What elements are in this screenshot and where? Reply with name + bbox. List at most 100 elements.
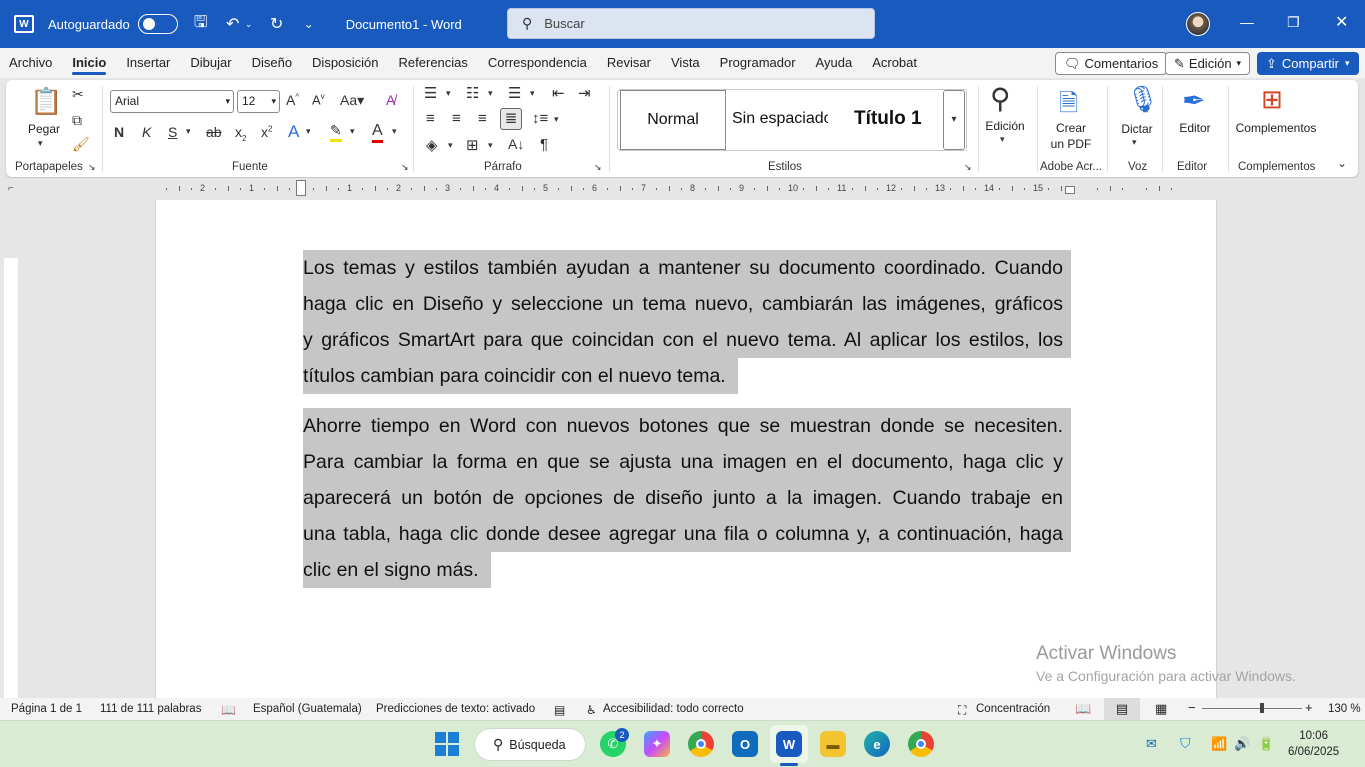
focus-mode[interactable]: Concentración: [976, 703, 1050, 715]
copy-icon[interactable]: ⧉: [72, 112, 82, 129]
customize-toolbar-icon[interactable]: ⌄: [300, 17, 318, 31]
bullets-dropdown-icon[interactable]: ▾: [446, 88, 451, 99]
paragraph-2[interactable]: Ahorre tiempo en Word con nuevos botones…: [303, 408, 1071, 588]
align-right-icon[interactable]: ≡: [478, 110, 487, 127]
restore-icon[interactable]: ❐: [1287, 14, 1300, 31]
multilevel-dropdown-icon[interactable]: ▾: [530, 88, 535, 99]
editing-label[interactable]: Edición: [978, 118, 1032, 134]
create-pdf-label-1[interactable]: Crear: [1044, 120, 1098, 136]
share-button[interactable]: ⇪ Compartir ▾: [1257, 52, 1359, 75]
superscript-icon[interactable]: x2: [261, 124, 272, 140]
numbering-icon[interactable]: ☷: [466, 84, 479, 102]
shrink-font-icon[interactable]: Av: [312, 92, 325, 107]
font-size-select[interactable]: 12 ▾: [237, 90, 280, 113]
paste-dropdown-icon[interactable]: ▾: [38, 138, 43, 149]
strikethrough-icon[interactable]: ab: [206, 124, 222, 140]
file-explorer-icon[interactable]: ▬: [820, 731, 846, 757]
clock[interactable]: 10:06 6/06/2025: [1288, 728, 1339, 760]
addins-label[interactable]: Complementos: [1230, 120, 1322, 136]
text-line[interactable]: Para cambiar la forma en que se ajusta u…: [303, 444, 1071, 480]
dictate-dropdown-icon[interactable]: ▾: [1132, 137, 1137, 148]
decrease-indent-icon[interactable]: ⇤: [552, 84, 565, 102]
line-spacing-icon[interactable]: ↕≡: [532, 110, 548, 127]
tab-dibujar[interactable]: Dibujar: [190, 48, 231, 78]
align-left-icon[interactable]: ≡: [426, 110, 435, 127]
tab-revisar[interactable]: Revisar: [607, 48, 651, 78]
find-icon[interactable]: ⚲: [990, 82, 1011, 115]
zoom-level[interactable]: 130 %: [1328, 703, 1361, 715]
styles-launcher-icon[interactable]: ↘: [964, 162, 972, 173]
web-layout-icon[interactable]: ▦: [1155, 701, 1167, 717]
paragraph-1[interactable]: Los temas y estilos también ayudan a man…: [303, 250, 1071, 394]
editing-mode-button[interactable]: ✎ Edición ▾: [1165, 52, 1251, 75]
dictate-label[interactable]: Dictar: [1114, 121, 1160, 137]
chrome-profile-icon[interactable]: [908, 731, 934, 757]
tab-inicio[interactable]: Inicio: [72, 48, 106, 78]
clipboard-launcher-icon[interactable]: ↘: [88, 162, 96, 173]
create-pdf-label-2[interactable]: un PDF: [1044, 136, 1098, 152]
zoom-out-icon[interactable]: −: [1188, 700, 1196, 715]
undo-dropdown-icon[interactable]: ⌄: [244, 19, 254, 30]
microphone-icon[interactable]: 🎙: [1126, 84, 1159, 115]
comments-button[interactable]: 🗨 Comentarios: [1055, 52, 1168, 75]
show-marks-icon[interactable]: ¶: [540, 136, 548, 153]
tab-diseno[interactable]: Diseño: [252, 48, 292, 78]
editing-dropdown-icon[interactable]: ▾: [1000, 134, 1005, 145]
styles-more-icon[interactable]: ▾: [943, 90, 965, 150]
zoom-slider[interactable]: [1202, 703, 1302, 713]
style-no-spacing[interactable]: Sin espaciado: [732, 90, 828, 150]
borders-dropdown-icon[interactable]: ▾: [488, 140, 493, 151]
paragraph-launcher-icon[interactable]: ↘: [594, 162, 602, 173]
font-family-select[interactable]: Arial ▾: [110, 90, 234, 113]
text-line[interactable]: una tabla, haga clic donde desee agregar…: [303, 516, 1071, 552]
word-icon[interactable]: W: [776, 731, 802, 757]
addins-icon[interactable]: ⊞: [1261, 84, 1283, 115]
battery-icon[interactable]: 🔋: [1258, 736, 1274, 752]
autosave-toggle[interactable]: [137, 14, 178, 34]
grow-font-icon[interactable]: A^: [286, 92, 299, 108]
user-avatar[interactable]: [1186, 12, 1210, 36]
taskbar-search[interactable]: ⚲ Búsqueda: [474, 728, 586, 761]
chrome-icon[interactable]: [688, 731, 714, 757]
proofing-icon[interactable]: 📖: [221, 703, 236, 717]
right-indent-marker[interactable]: [1065, 186, 1076, 194]
highlight-dropdown-icon[interactable]: ▾: [350, 126, 355, 137]
highlight-icon[interactable]: ✎: [330, 122, 342, 142]
undo-icon[interactable]: ↶: [224, 14, 242, 34]
editor-pen-icon[interactable]: ✒: [1182, 84, 1205, 117]
text-effects-dropdown-icon[interactable]: ▾: [306, 126, 311, 137]
edge-icon[interactable]: e: [864, 731, 890, 757]
italic-icon[interactable]: K: [142, 124, 151, 140]
print-layout-icon[interactable]: ▤: [1104, 698, 1140, 720]
justify-icon[interactable]: ≣: [500, 108, 522, 130]
cut-icon[interactable]: ✂: [72, 86, 84, 103]
clear-formatting-icon[interactable]: A̸: [386, 92, 395, 108]
multilevel-list-icon[interactable]: ☰: [508, 84, 521, 102]
accessibility-status[interactable]: Accesibilidad: todo correcto: [603, 703, 744, 715]
tab-acrobat[interactable]: Acrobat: [872, 48, 917, 78]
collapse-ribbon-icon[interactable]: ⌄: [1337, 156, 1347, 170]
bullets-icon[interactable]: ☰: [424, 84, 437, 102]
volume-icon[interactable]: 🔊: [1234, 736, 1250, 752]
search-box[interactable]: ⚲ Buscar: [507, 8, 875, 39]
text-line[interactable]: haga clic en Diseño y seleccione un tema…: [303, 286, 1071, 322]
start-button[interactable]: [434, 731, 460, 757]
tab-programador[interactable]: Programador: [720, 48, 796, 78]
align-center-icon[interactable]: ≡: [452, 110, 461, 127]
numbering-dropdown-icon[interactable]: ▾: [488, 88, 493, 99]
zoom-in-icon[interactable]: +: [1305, 700, 1313, 715]
tab-correspondencia[interactable]: Correspondencia: [488, 48, 587, 78]
editor-label[interactable]: Editor: [1170, 120, 1220, 136]
increase-indent-icon[interactable]: ⇥: [578, 84, 591, 102]
shading-icon[interactable]: ◈: [426, 136, 438, 154]
language[interactable]: Español (Guatemala): [253, 703, 362, 715]
tab-insertar[interactable]: Insertar: [126, 48, 170, 78]
underline-icon[interactable]: S: [168, 124, 177, 140]
text-line[interactable]: Ahorre tiempo en Word con nuevos botones…: [303, 408, 1071, 444]
minimize-icon[interactable]: —: [1240, 14, 1254, 30]
tab-selector-icon[interactable]: ⌐: [8, 183, 14, 194]
indent-marker[interactable]: [296, 180, 306, 196]
track-changes-icon[interactable]: ▤: [554, 703, 565, 717]
paste-icon[interactable]: 📋: [30, 86, 62, 120]
text-line[interactable]: Los temas y estilos también ayudan a man…: [303, 250, 1071, 286]
